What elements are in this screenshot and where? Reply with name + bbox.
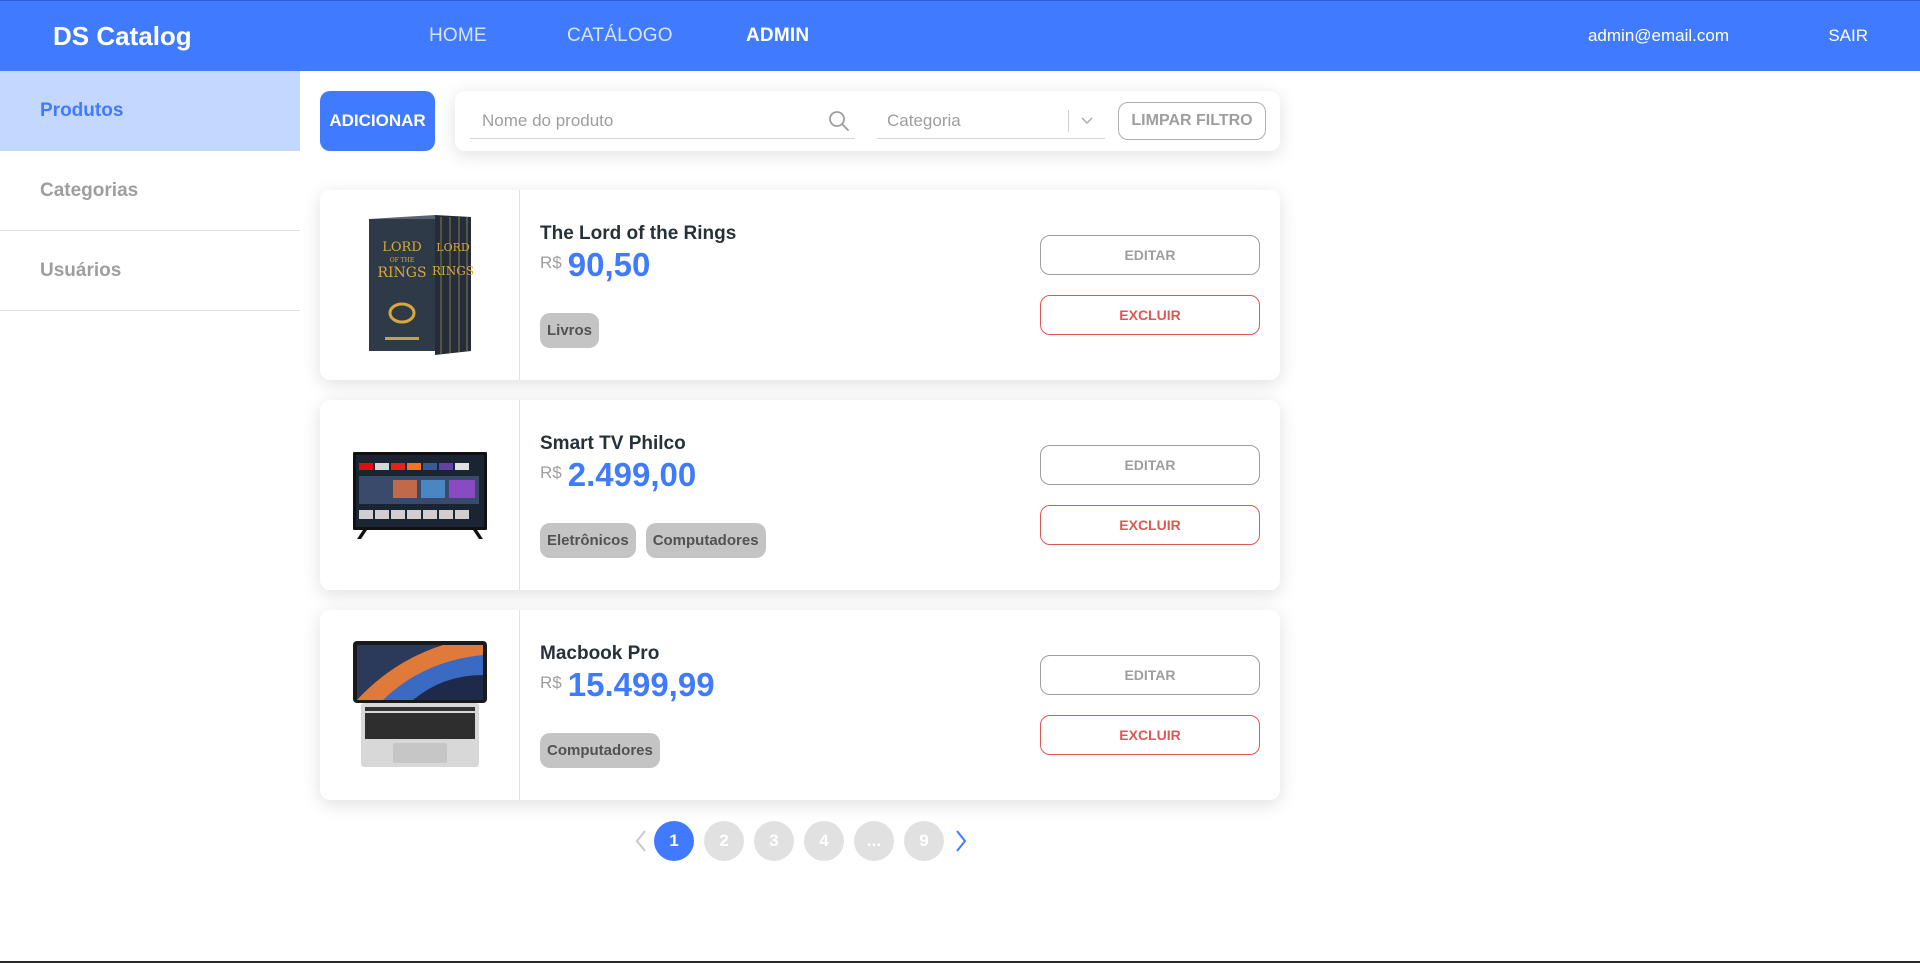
product-price: R$ 90,50 [540, 246, 650, 284]
search-input[interactable] [482, 108, 812, 134]
category-select[interactable]: Categoria [877, 103, 1105, 139]
category-badge: Computadores [645, 523, 766, 558]
chevron-down-icon[interactable] [1079, 112, 1095, 128]
product-card: LORD OF THE RINGS LORD RINGS The Lord of… [320, 190, 1280, 380]
product-name: The Lord of the Rings [540, 223, 737, 244]
delete-product-button[interactable]: EXCLUIR [1040, 295, 1260, 335]
brand-logo[interactable]: DS Catalog [53, 21, 192, 52]
category-badge: Eletrônicos [540, 523, 636, 558]
logout-link[interactable]: SAIR [1828, 26, 1868, 46]
product-name: Macbook Pro [540, 643, 660, 664]
category-badge: Computadores [540, 733, 660, 768]
laptop-image [352, 641, 487, 767]
svg-text:LORD: LORD [436, 241, 470, 254]
price-amount: 90,50 [567, 246, 651, 283]
add-product-button[interactable]: ADICIONAR [320, 91, 435, 151]
price-amount: 15.499,99 [567, 666, 715, 703]
book-box-set-image: LORD OF THE RINGS LORD RINGS [368, 214, 474, 355]
nav-link-admin[interactable]: ADMIN [746, 25, 809, 47]
category-badges: Computadores [540, 733, 660, 768]
svg-text:OF THE: OF THE [389, 257, 414, 264]
product-card: Macbook Pro R$ 15.499,99 Computadores ED… [320, 610, 1280, 800]
delete-product-button[interactable]: EXCLUIR [1040, 505, 1260, 545]
chevron-right-icon[interactable] [954, 829, 968, 853]
delete-product-button[interactable]: EXCLUIR [1040, 715, 1260, 755]
price-currency: R$ [540, 463, 562, 482]
edit-product-button[interactable]: EDITAR [1040, 235, 1260, 275]
search-field [470, 103, 855, 139]
price-amount: 2.499,00 [567, 456, 697, 493]
product-image [320, 400, 520, 590]
price-currency: R$ [540, 673, 562, 692]
clear-filter-button[interactable]: LIMPAR FILTRO [1118, 102, 1266, 140]
page-item[interactable]: 9 [904, 820, 944, 861]
product-price: R$ 15.499,99 [540, 666, 715, 704]
admin-sidebar: Produtos Categorias Usuários [0, 71, 300, 311]
page-item[interactable]: 1 [654, 820, 694, 861]
svg-text:LORD: LORD [382, 240, 422, 255]
product-name: Smart TV Philco [540, 433, 686, 454]
search-icon[interactable] [827, 109, 851, 133]
user-email: admin@email.com [1587, 26, 1729, 45]
sidebar-item-products[interactable]: Produtos [0, 71, 300, 151]
nav-link-catalog[interactable]: CATÁLOGO [567, 25, 673, 47]
category-select-placeholder: Categoria [887, 111, 961, 130]
edit-product-button[interactable]: EDITAR [1040, 655, 1260, 695]
category-badge: Livros [540, 313, 600, 348]
pagination: 1 2 3 4 ... 9 [628, 820, 974, 861]
page-item[interactable]: 3 [754, 820, 794, 861]
product-price: R$ 2.499,00 [540, 456, 696, 494]
page-ellipsis: ... [854, 820, 894, 861]
product-image [320, 610, 520, 800]
edit-product-button[interactable]: EDITAR [1040, 445, 1260, 485]
category-badges: Livros [540, 313, 600, 348]
sidebar-item-users[interactable]: Usuários [0, 231, 300, 311]
pagination-prev[interactable] [628, 820, 654, 861]
select-separator [1068, 110, 1069, 132]
svg-text:RINGS: RINGS [431, 264, 473, 278]
chevron-left-icon[interactable] [634, 829, 648, 853]
top-navbar: DS Catalog HOME CATÁLOGO ADMIN admin@ema… [0, 0, 1920, 71]
nav-link-home[interactable]: HOME [429, 25, 487, 47]
page-item[interactable]: 4 [804, 820, 844, 861]
smart-tv-image [352, 452, 487, 539]
sidebar-item-categories[interactable]: Categorias [0, 151, 300, 231]
pagination-next[interactable] [948, 820, 974, 861]
filter-bar: Categoria LIMPAR FILTRO [455, 91, 1280, 151]
price-currency: R$ [540, 253, 562, 272]
product-card: Smart TV Philco R$ 2.499,00 Eletrônicos … [320, 400, 1280, 590]
svg-text:RINGS: RINGS [377, 265, 426, 281]
page-item[interactable]: 2 [704, 820, 744, 861]
product-image: LORD OF THE RINGS LORD RINGS [320, 190, 520, 380]
category-badges: Eletrônicos Computadores [540, 523, 766, 558]
